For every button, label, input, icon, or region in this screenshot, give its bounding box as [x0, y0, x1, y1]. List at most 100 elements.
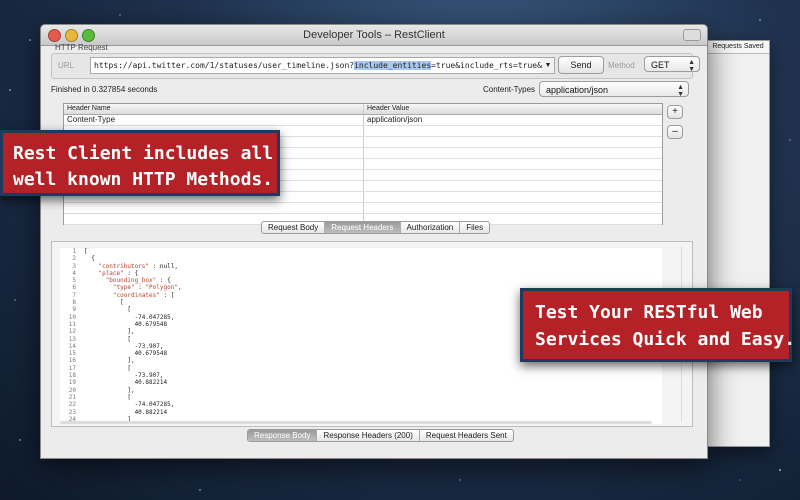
header-value-cell[interactable]: application/json — [364, 115, 660, 125]
code-text: : { — [156, 277, 171, 285]
code-text: 40.882214 — [84, 408, 168, 416]
close-window-button[interactable] — [48, 29, 61, 42]
header-value-cell[interactable] — [364, 148, 660, 158]
url-box: URL https://api.twitter.com/1/statuses/u… — [51, 53, 700, 79]
code-text: 40.882214 — [84, 379, 168, 387]
select-arrows-icon: ▲ ▼ — [677, 84, 684, 98]
horizontal-scrollbar[interactable] — [60, 421, 652, 424]
window-content: HTTP Request URL https://api.twitter.com… — [41, 43, 707, 458]
response-tab-response-body[interactable]: Response Body — [248, 430, 318, 441]
select-arrows-icon: ▲ ▼ — [688, 59, 695, 73]
request-tab-files[interactable]: Files — [460, 222, 489, 233]
response-tab-request-headers-sent[interactable]: Request Headers Sent — [420, 430, 513, 441]
code-string: "place" — [98, 269, 124, 277]
line-number: 22 — [68, 401, 76, 409]
header-value-cell[interactable] — [364, 181, 660, 191]
send-button[interactable]: Send — [558, 56, 604, 74]
code-text: [ — [84, 248, 88, 255]
response-tabs: Response Body Response Headers (200) Reque… — [247, 429, 514, 442]
request-tab-request-body[interactable]: Request Body — [262, 222, 326, 233]
line-number: 7 — [72, 291, 76, 299]
line-number: 13 — [68, 335, 76, 343]
header-name-cell[interactable]: Content-Type — [64, 115, 364, 125]
code-line: 22 -74.047285, — [60, 401, 662, 408]
chevron-down-icon: ▼ — [544, 62, 552, 69]
url-history-dropdown[interactable]: ▼ — [542, 57, 555, 74]
table-row[interactable] — [64, 203, 662, 214]
header-value-cell[interactable] — [364, 159, 660, 169]
code-string: "Polygon" — [145, 284, 178, 292]
code-text: : null, — [149, 262, 178, 270]
url-suffix-text: =true&include_rts=true&screen_name — [431, 61, 544, 70]
request-tab-request-headers[interactable]: Request Headers — [325, 222, 401, 233]
line-number: 4 — [72, 269, 76, 277]
code-text: [ — [84, 364, 131, 372]
code-line: 20 ], — [60, 387, 662, 394]
code-text: { — [84, 255, 95, 263]
content-type-select[interactable]: application/json ▲ ▼ — [539, 81, 689, 98]
code-line: 18 -73.907, — [60, 372, 662, 379]
header-value-cell[interactable] — [364, 170, 660, 180]
code-text: -73.907, — [84, 372, 164, 380]
callout-right-line1: Test Your RESTful Web — [535, 302, 763, 323]
code-text: ], — [84, 386, 135, 394]
line-number: 8 — [72, 299, 76, 307]
code-text: [ — [84, 306, 131, 314]
window-title: Developer Tools – RestClient — [303, 29, 445, 41]
code-text: : [ — [159, 291, 175, 299]
code-text: ], — [84, 357, 135, 365]
method-label: Method — [608, 61, 635, 70]
table-row[interactable]: Content-Type application/json — [64, 115, 662, 126]
code-line: 21 [ — [60, 394, 662, 401]
code-text: 40.679548 — [84, 350, 168, 358]
line-number: 5 — [72, 277, 76, 285]
header-value-cell[interactable] — [364, 126, 660, 136]
code-line: 3 "contributors" : null, — [60, 263, 662, 270]
toolbar-toggle-button[interactable] — [683, 29, 701, 41]
line-number: 19 — [68, 379, 76, 387]
code-text: : { — [123, 269, 139, 277]
line-number: 6 — [72, 284, 76, 292]
line-number: 23 — [68, 408, 76, 416]
line-number: 21 — [68, 393, 76, 401]
request-tab-authorization[interactable]: Authorization — [401, 222, 461, 233]
content-type-value: application/json — [546, 85, 609, 95]
zoom-window-button[interactable] — [82, 29, 95, 42]
requests-saved-panel: Requests Saved — [706, 40, 770, 447]
method-select[interactable]: GET ▲ ▼ — [644, 56, 700, 73]
request-tabs: Request Body Request Headers Authorization… — [261, 221, 491, 234]
code-string: "bounding_box" — [105, 277, 157, 285]
line-number: 20 — [68, 386, 76, 394]
requests-saved-title: Requests Saved — [707, 41, 769, 54]
line-number: 2 — [72, 255, 76, 263]
content-type-label: Content-Types — [483, 85, 536, 94]
header-value-column[interactable]: Header Value — [364, 104, 660, 114]
line-number: 3 — [72, 262, 76, 270]
remove-header-button[interactable]: – — [667, 125, 683, 139]
code-line: 23 40.882214 — [60, 409, 662, 416]
header-name-cell[interactable] — [64, 203, 364, 213]
minimize-window-button[interactable] — [65, 29, 78, 42]
header-value-cell[interactable] — [364, 192, 660, 202]
code-text: 40.679548 — [84, 320, 168, 328]
line-number: 16 — [68, 357, 76, 365]
url-input[interactable]: https://api.twitter.com/1/statuses/user_… — [90, 57, 545, 74]
add-header-button[interactable]: + — [667, 105, 683, 119]
code-line: 17 [ — [60, 365, 662, 372]
code-line: 5 "bounding_box" : { — [60, 277, 662, 284]
http-request-group-label: HTTP Request — [55, 43, 108, 52]
header-value-cell[interactable] — [364, 137, 660, 147]
response-tab-response-headers-200[interactable]: Response Headers (200) — [317, 430, 420, 441]
callout-restful: Test Your RESTful Web Services Quick and… — [520, 288, 795, 362]
header-name-column[interactable]: Header Name — [64, 104, 364, 114]
code-text: , — [177, 284, 182, 292]
header-value-cell[interactable] — [364, 203, 660, 213]
code-string: "coordinates" — [112, 291, 160, 299]
title-bar: Developer Tools – RestClient — [41, 25, 707, 46]
code-text: ], — [84, 328, 135, 336]
line-number: 9 — [72, 306, 76, 314]
code-line: 19 40.882214 — [60, 379, 662, 386]
callout-left-line1: Rest Client includes all — [13, 143, 274, 164]
line-number: 15 — [68, 350, 76, 358]
